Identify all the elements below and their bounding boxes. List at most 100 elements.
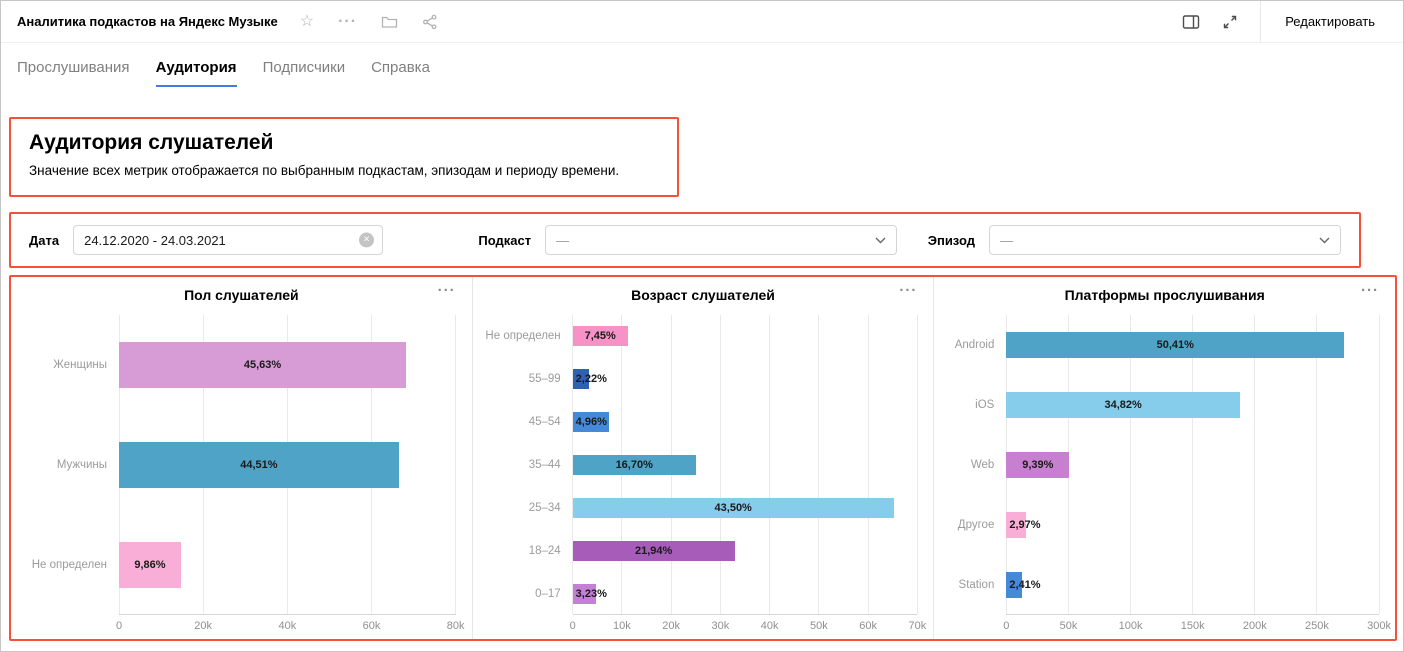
bar-value-label: 16,70%: [616, 459, 653, 471]
clear-date-icon[interactable]: ×: [359, 233, 374, 248]
top-bar: Аналитика подкастов на Яндекс Музыке ☆ ·…: [1, 1, 1403, 43]
fullscreen-expand-icon[interactable]: [1222, 14, 1238, 30]
tab-audience[interactable]: Аудитория: [156, 59, 237, 87]
podcast-select[interactable]: —: [545, 225, 897, 255]
bar-track: 7,45%: [573, 315, 918, 358]
x-axis: 010k20k30k40k50k60k70k: [573, 615, 918, 635]
date-filter-label: Дата: [29, 233, 59, 248]
bar-track: 44,51%: [119, 415, 456, 515]
tab-listens[interactable]: Прослушивания: [17, 59, 130, 87]
y-axis-label: Мужчины: [19, 459, 119, 471]
chart-bar[interactable]: 2,41%: [1006, 572, 1022, 598]
filters-panel: Дата × Подкаст — Эпизод —: [9, 212, 1361, 268]
chart-header: Платформы прослушивания ···: [934, 277, 1395, 309]
bar-track: 50,41%: [1006, 315, 1379, 375]
chart-header: Пол слушателей ···: [11, 277, 472, 309]
plot-area: Не определен7,45%55–992,22%45–544,96%35–…: [481, 315, 918, 615]
chart-row: Не определен7,45%: [481, 315, 918, 358]
chart-row: 18–24 21,94%: [481, 529, 918, 572]
tab-subscribers[interactable]: Подписчики: [263, 59, 346, 87]
y-axis-label: 55–99: [481, 373, 573, 385]
share-icon[interactable]: [422, 14, 438, 30]
y-axis-label: 0–17: [481, 588, 573, 600]
chart-title: Пол слушателей: [184, 287, 299, 303]
document-title: Аналитика подкастов на Яндекс Музыке: [17, 14, 278, 29]
chart-menu-icon[interactable]: ···: [899, 282, 917, 299]
section-title-panel: Аудитория слушателей Значение всех метри…: [9, 117, 679, 197]
x-tick-label: 80k: [447, 620, 465, 632]
x-tick-label: 70k: [908, 620, 926, 632]
date-range-input[interactable]: [74, 233, 382, 248]
chart-bar[interactable]: 16,70%: [573, 455, 696, 475]
chart-bar[interactable]: 34,82%: [1006, 392, 1240, 418]
y-axis-label: 18–24: [481, 545, 573, 557]
y-axis-label: Station: [942, 579, 1006, 591]
chart-bar[interactable]: 45,63%: [119, 342, 406, 388]
chart-bar[interactable]: 4,96%: [573, 412, 609, 432]
chart-row: Женщины45,63%: [19, 315, 456, 415]
dashboard-tabs: Прослушивания Аудитория Подписчики Справ…: [1, 43, 1403, 87]
bar-value-label: 3,23%: [576, 588, 607, 600]
x-tick-label: 50k: [810, 620, 828, 632]
plot-area: Android50,41%iOS34,82%Web9,39%Другое2,97…: [942, 315, 1379, 615]
chart-bar[interactable]: 44,51%: [119, 442, 399, 488]
bar-value-label: 44,51%: [240, 459, 277, 471]
bar-value-label: 4,96%: [576, 416, 607, 428]
chart-row: 55–992,22%: [481, 358, 918, 401]
chart-card-platforms: Платформы прослушивания ··· Android50,41…: [933, 277, 1395, 639]
chart-bar[interactable]: 9,39%: [1006, 452, 1069, 478]
episode-select[interactable]: —: [989, 225, 1341, 255]
chart-bar[interactable]: 50,41%: [1006, 332, 1344, 358]
y-axis-label: Web: [942, 459, 1006, 471]
more-menu-icon[interactable]: ···: [338, 14, 357, 30]
bar-value-label: 21,94%: [635, 545, 672, 557]
chart-bar[interactable]: 3,23%: [573, 584, 597, 604]
y-axis-label: 35–44: [481, 459, 573, 471]
tab-help[interactable]: Справка: [371, 59, 430, 87]
y-axis-label: Женщины: [19, 359, 119, 371]
y-axis-label: Не определен: [481, 330, 573, 342]
x-tick-label: 40k: [278, 620, 296, 632]
date-range-field[interactable]: ×: [73, 225, 383, 255]
chart-menu-icon[interactable]: ···: [438, 282, 456, 299]
bar-track: 9,86%: [119, 515, 456, 615]
chart-bar[interactable]: 7,45%: [573, 326, 628, 346]
chart-row: Другое2,97%: [942, 495, 1379, 555]
chart-header: Возраст слушателей ···: [473, 277, 934, 309]
bar-track: 43,50%: [573, 486, 918, 529]
chart-plot-gender: Женщины45,63% Мужчины 44,51% Не определен 9,…: [11, 309, 472, 639]
chart-bar[interactable]: 2,97%: [1006, 512, 1026, 538]
favorite-star-icon[interactable]: ☆: [300, 14, 314, 30]
bar-track: 21,94%: [573, 529, 918, 572]
edit-button-container: Редактировать: [1260, 1, 1403, 42]
podcast-filter-label: Подкаст: [478, 233, 531, 248]
chart-row: Station2,41%: [942, 555, 1379, 615]
bar-track: 4,96%: [573, 401, 918, 444]
x-tick-label: 0: [116, 620, 122, 632]
x-tick-label: 0: [570, 620, 576, 632]
chart-bar[interactable]: 2,22%: [573, 369, 589, 389]
side-panel-icon[interactable]: [1182, 14, 1200, 30]
x-tick-label: 10k: [613, 620, 631, 632]
folder-icon[interactable]: [381, 14, 398, 30]
bar-value-label: 43,50%: [715, 502, 752, 514]
chevron-down-icon: [1319, 237, 1330, 244]
x-tick-label: 30k: [712, 620, 730, 632]
bar-track: 2,22%: [573, 358, 918, 401]
chart-row: 25–3443,50%: [481, 486, 918, 529]
bar-track: 16,70%: [573, 444, 918, 487]
chart-menu-icon[interactable]: ···: [1361, 282, 1379, 299]
chart-title: Платформы прослушивания: [1065, 287, 1265, 303]
chart-bar[interactable]: 9,86%: [119, 542, 181, 588]
chart-row: 0–173,23%: [481, 572, 918, 615]
edit-button[interactable]: Редактировать: [1285, 14, 1375, 29]
x-tick-label: 0: [1003, 620, 1009, 632]
chart-bar[interactable]: 21,94%: [573, 541, 735, 561]
chart-row: Android50,41%: [942, 315, 1379, 375]
podcast-select-value: —: [556, 233, 569, 248]
bar-value-label: 9,86%: [134, 559, 165, 571]
dashboard-window: Аналитика подкастов на Яндекс Музыке ☆ ·…: [0, 0, 1404, 652]
charts-panel: Пол слушателей ··· Женщины45,63% Мужчины 4…: [9, 275, 1397, 641]
y-axis-label: Не определен: [19, 559, 119, 571]
chart-bar[interactable]: 43,50%: [573, 498, 894, 518]
